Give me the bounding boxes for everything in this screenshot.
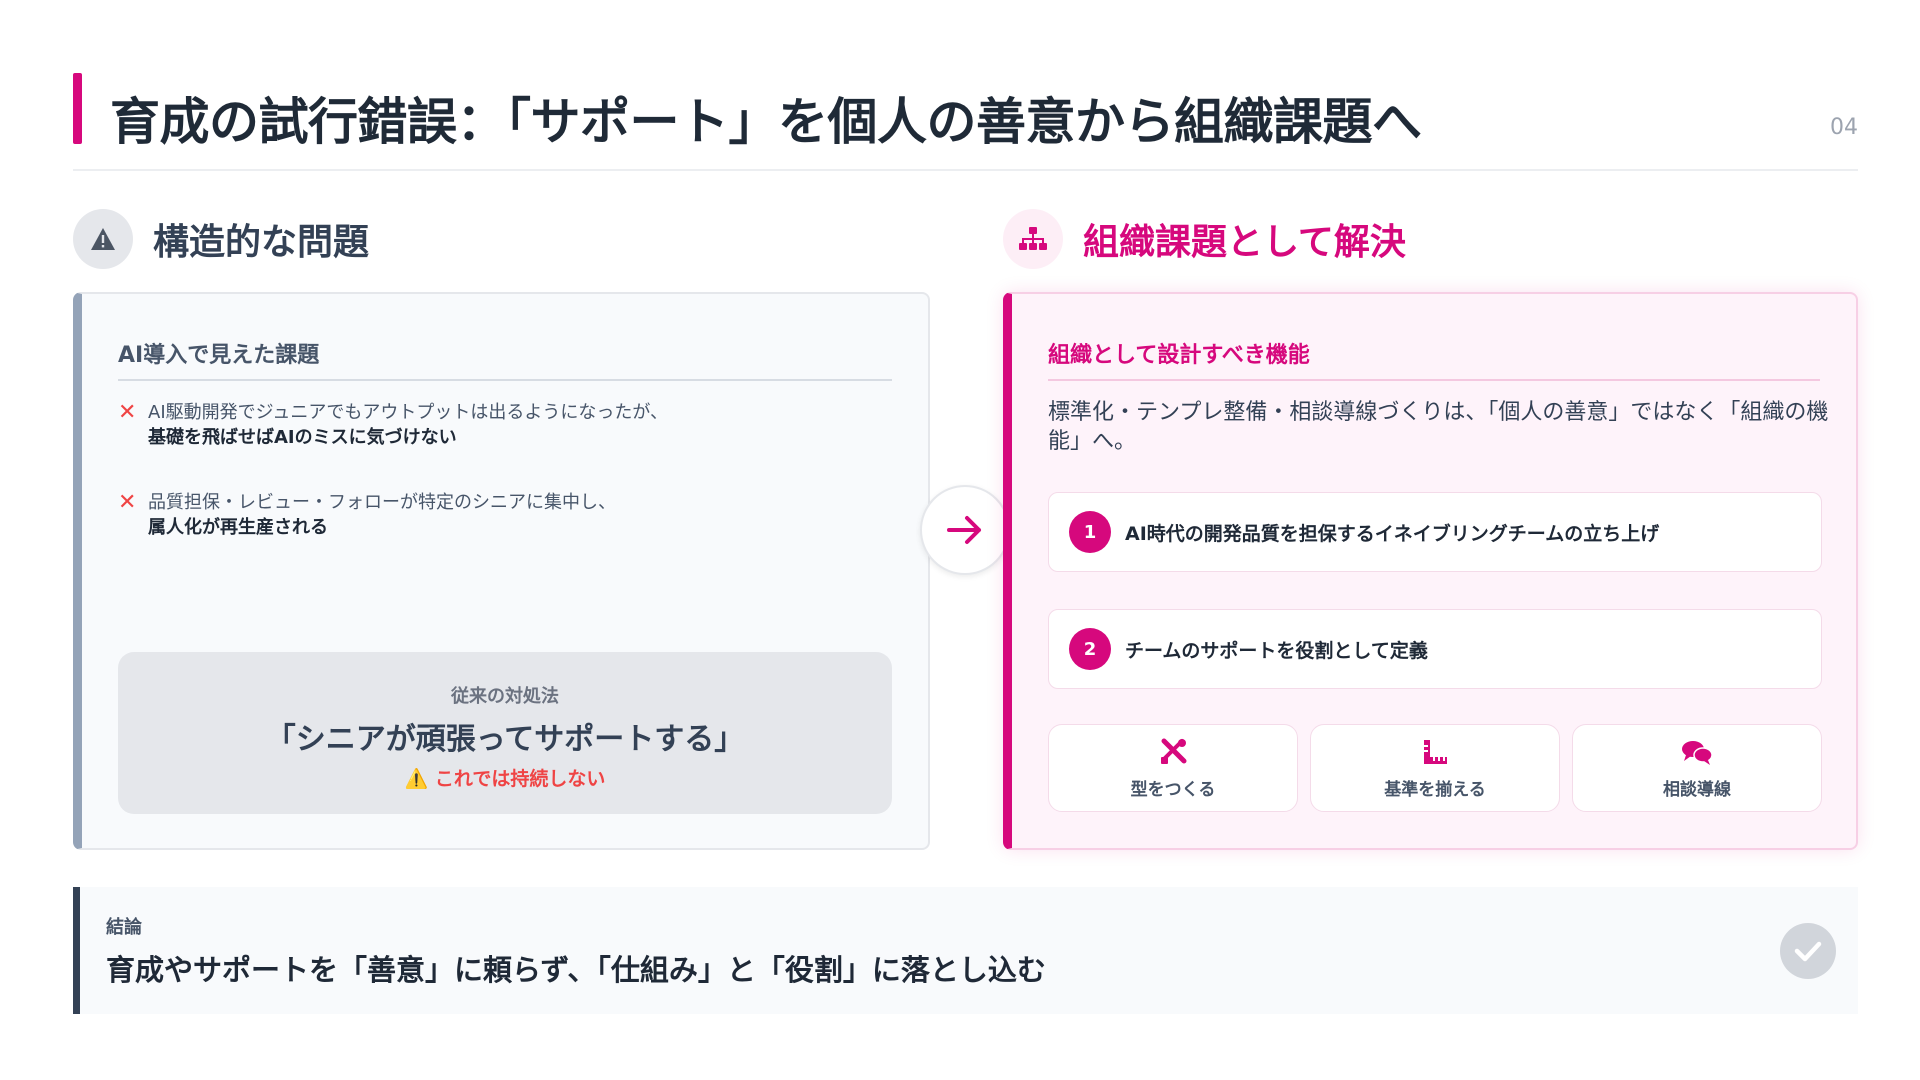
old-approach-quote: 「シニアが頑張ってサポートする」 <box>265 722 745 757</box>
chip-consult: 相談導線 <box>1572 724 1822 812</box>
page-number: 04 <box>1830 115 1858 140</box>
solution-card-divider <box>1048 379 1820 381</box>
issue-emphasis: 属人化が再生産される <box>148 517 328 538</box>
chip-label: 型をつくる <box>1130 779 1216 800</box>
solution-card: 組織として設計すべき機能 標準化・テンプレ整備・相談導線づくりは、「個人の善意」… <box>1003 292 1858 850</box>
old-approach-box: 従来の対処法 「シニアが頑張ってサポートする」 ⚠️ これでは持続しない <box>118 652 892 814</box>
tools-icon <box>1159 737 1187 767</box>
org-chart-icon <box>1003 209 1063 269</box>
step-number-badge: 2 <box>1069 628 1111 670</box>
issue-text: AI駆動開発でジュニアでもアウトプットは出るようになったが、 <box>148 402 668 423</box>
check-icon <box>1780 923 1836 979</box>
problem-card-divider <box>118 379 892 381</box>
cross-icon: ✕ <box>118 490 137 515</box>
problem-card-heading: AI導入で見えた課題 <box>118 343 320 368</box>
left-section-header: 構造的な問題 <box>73 208 369 270</box>
right-section-header: 組織課題として解決 <box>1003 208 1406 270</box>
chip-label: 基準を揃える <box>1384 779 1486 800</box>
solution-card-heading: 組織として設計すべき機能 <box>1048 343 1310 368</box>
chip-template: 型をつくる <box>1048 724 1298 812</box>
conclusion-text: 育成やサポートを「善意」に頼らず、「仕組み」と「役割」に落とし込む <box>106 953 1046 987</box>
step-item: 1 AI時代の開発品質を担保するイネイブリングチームの立ち上げ <box>1048 492 1822 572</box>
cross-icon: ✕ <box>118 400 137 425</box>
step-item: 2 チームのサポートを役割として定義 <box>1048 609 1822 689</box>
step-label: チームのサポートを役割として定義 <box>1125 639 1428 662</box>
step-label: AI時代の開発品質を担保するイネイブリングチームの立ち上げ <box>1125 522 1660 545</box>
issue-emphasis: 基礎を飛ばせばAIのミスに気づけない <box>148 427 457 448</box>
issue-item: ✕ 品質担保・レビュー・フォローが特定のシニアに集中し、 属人化が再生産される <box>118 490 616 540</box>
chat-icon <box>1681 737 1713 767</box>
arrow-right-icon <box>920 485 1010 575</box>
right-section-title: 組織課題として解決 <box>1083 222 1406 263</box>
issue-item: ✕ AI駆動開発でジュニアでもアウトプットは出るようになったが、 基礎を飛ばせば… <box>118 400 668 450</box>
chip-standards: 基準を揃える <box>1310 724 1560 812</box>
old-approach-label: 従来の対処法 <box>451 686 559 707</box>
function-chips: 型をつくる 基準を揃える 相談導線 <box>1048 724 1822 812</box>
title-divider <box>73 169 1858 171</box>
title-accent-bar <box>73 73 82 144</box>
issue-text: 品質担保・レビュー・フォローが特定のシニアに集中し、 <box>148 492 616 513</box>
step-number-badge: 1 <box>1069 511 1111 553</box>
old-approach-warning: ⚠️ これでは持続しない <box>404 768 606 790</box>
problem-card: AI導入で見えた課題 ✕ AI駆動開発でジュニアでもアウトプットは出るようになっ… <box>73 292 930 850</box>
solution-lead-text: 標準化・テンプレ整備・相談導線づくりは、「個人の善意」ではなく「組織の機能」へ。 <box>1048 400 1829 454</box>
conclusion-box: 結論 育成やサポートを「善意」に頼らず、「仕組み」と「役割」に落とし込む <box>73 887 1858 1014</box>
conclusion-label: 結論 <box>106 917 142 938</box>
warning-icon <box>73 209 133 269</box>
page-title: 育成の試行錯誤：「サポート」を個人の善意から組織課題へ <box>110 93 1422 151</box>
chip-label: 相談導線 <box>1663 779 1731 800</box>
left-section-title: 構造的な問題 <box>153 222 370 263</box>
ruler-icon <box>1421 737 1449 767</box>
